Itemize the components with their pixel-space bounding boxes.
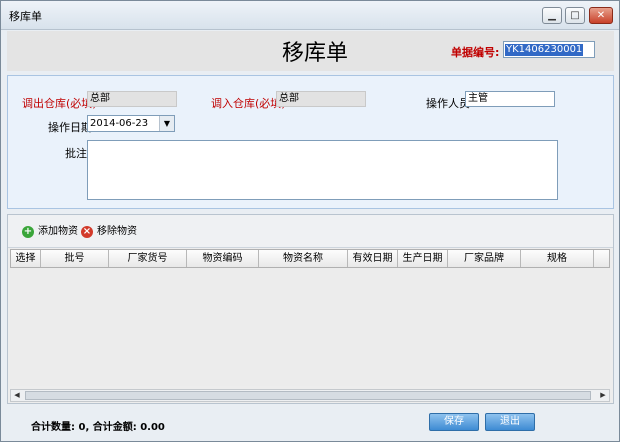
column-header[interactable]: 厂家品牌 — [448, 250, 521, 267]
column-header[interactable]: 批号 — [41, 250, 109, 267]
scroll-left-icon[interactable]: ◀ — [11, 390, 23, 401]
items-grid-panel: + 添加物资 × 移除物资 选择 批号 厂家货号 物资编码 物资名称 有效日期 … — [7, 214, 614, 404]
remove-item-button[interactable]: × 移除物资 — [81, 224, 137, 240]
window: 移库单 ▁ □ ✕ 移库单 单据编号: YK1406230001 调出仓库(必填… — [0, 0, 620, 442]
date-picker[interactable]: 2014-06-23 ▼ — [87, 115, 175, 132]
operator-label: 操作人员 — [426, 97, 470, 110]
scroll-right-icon[interactable]: ▶ — [597, 390, 609, 401]
out-warehouse-field[interactable]: 总部 — [87, 91, 177, 107]
table-header: 选择 批号 厂家货号 物资编码 物资名称 有效日期 生产日期 厂家品牌 规格 — [10, 249, 610, 268]
summary-text: 合计数量: 0, 合计金额: 0.00 — [31, 422, 165, 433]
column-header[interactable]: 生产日期 — [398, 250, 448, 267]
plus-circle-icon: + — [22, 226, 34, 238]
header-panel: 移库单 单据编号: YK1406230001 — [7, 31, 614, 71]
column-header[interactable]: 选择 — [11, 250, 41, 267]
doc-no-field[interactable]: YK1406230001 — [503, 41, 595, 58]
doc-no-label: 单据编号: — [451, 46, 500, 59]
in-warehouse-field[interactable]: 总部 — [276, 91, 366, 107]
scrollbar-thumb[interactable] — [25, 391, 591, 400]
date-label: 操作日期 — [48, 121, 92, 134]
remove-item-label: 移除物资 — [97, 226, 137, 237]
horizontal-scrollbar[interactable]: ◀ ▶ — [10, 389, 610, 402]
out-warehouse-label: 调出仓库(必填) — [22, 97, 97, 110]
add-item-label: 添加物资 — [38, 226, 78, 237]
form-panel: 调出仓库(必填) 总部 调入仓库(必填) 总部 操作人员 主管 操作日期 201… — [7, 75, 614, 209]
add-item-button[interactable]: + 添加物资 — [22, 224, 78, 240]
exit-button[interactable]: 退出 — [485, 413, 535, 431]
page-title: 移库单 — [282, 41, 349, 66]
x-circle-icon: × — [81, 226, 93, 238]
save-button[interactable]: 保存 — [429, 413, 479, 431]
date-value: 2014-06-23 — [90, 118, 149, 129]
in-warehouse-label: 调入仓库(必填) — [211, 97, 286, 110]
column-header[interactable]: 有效日期 — [348, 250, 398, 267]
minimize-button[interactable]: ▁ — [542, 7, 562, 24]
note-textarea[interactable] — [87, 140, 558, 200]
doc-no-value: YK1406230001 — [505, 44, 584, 56]
operator-field[interactable]: 主管 — [465, 91, 555, 107]
chevron-down-icon[interactable]: ▼ — [159, 116, 174, 131]
close-button[interactable]: ✕ — [589, 7, 613, 24]
title-bar[interactable]: 移库单 ▁ □ ✕ — [1, 1, 619, 30]
table-body[interactable] — [10, 268, 610, 386]
maximize-button[interactable]: □ — [565, 7, 585, 24]
column-header[interactable]: 厂家货号 — [109, 250, 187, 267]
grid-toolbar: + 添加物资 × 移除物资 — [8, 215, 613, 248]
window-title: 移库单 — [9, 10, 42, 23]
column-header[interactable]: 规格 — [521, 250, 594, 267]
note-label: 批注 — [65, 147, 87, 160]
column-header[interactable]: 物资编码 — [187, 250, 259, 267]
column-header[interactable]: 物资名称 — [259, 250, 348, 267]
